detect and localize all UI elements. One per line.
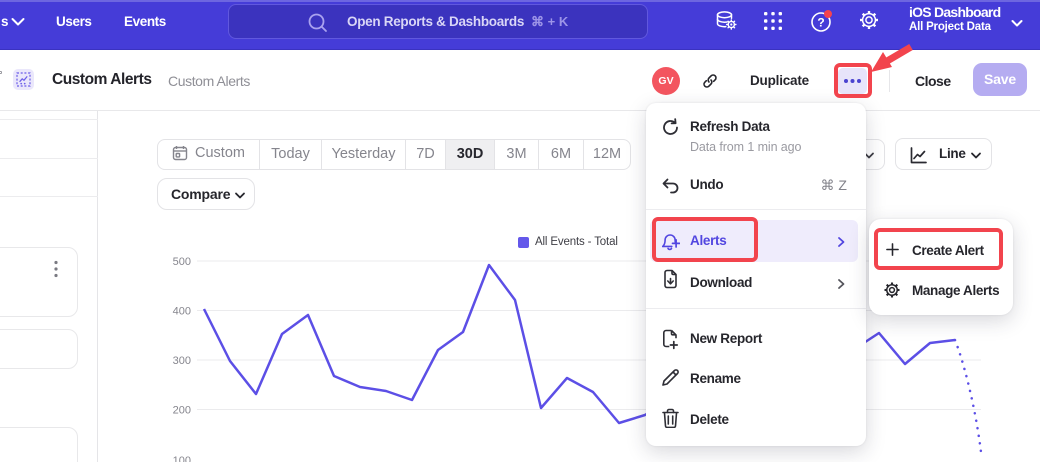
svg-text:100: 100 <box>173 455 191 462</box>
svg-text:300: 300 <box>173 355 191 367</box>
svg-text:500: 500 <box>173 256 191 268</box>
svg-text:200: 200 <box>173 405 191 417</box>
svg-text:400: 400 <box>173 306 191 318</box>
